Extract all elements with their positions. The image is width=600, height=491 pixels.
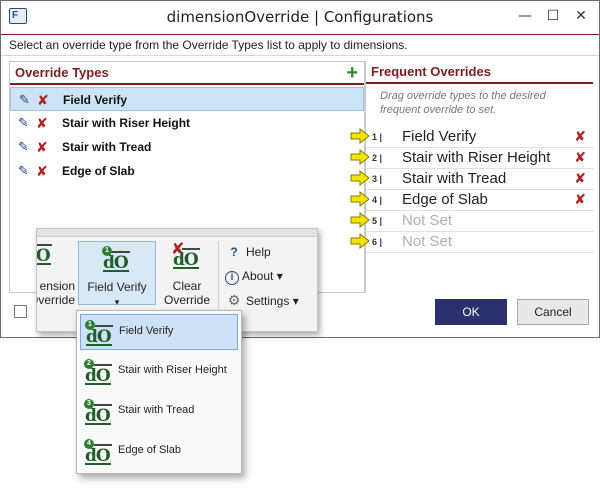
menu-item-stair-tread[interactable]: 3 dO Stair with Tread: [80, 394, 238, 430]
dimension-override-icon: dO: [37, 239, 55, 265]
clear-override-label: Clear Override: [163, 279, 210, 307]
chevron-down-icon[interactable]: ▾: [115, 297, 120, 307]
arrow-right-icon: [350, 170, 370, 186]
ribbon-separator: [218, 241, 219, 311]
info-icon: i: [225, 271, 239, 285]
override-type-label: Stair with Riser Height: [62, 116, 191, 130]
field-verify-label: Field Verify ▾: [87, 280, 147, 307]
frequent-override-slot[interactable]: 4 | Edge of Slab ✘: [350, 190, 594, 211]
clear-slot-x-icon[interactable]: ✘: [574, 149, 586, 166]
override-type-label: Stair with Tread: [62, 140, 152, 154]
override-type-row[interactable]: ✎ ✘ Edge of Slab: [10, 159, 364, 183]
frequent-override-slot[interactable]: 2 | Stair with Riser Height ✘: [350, 148, 594, 169]
menu-item-field-verify[interactable]: 1 dO Field Verify: [80, 314, 238, 350]
menu-item-stair-riser[interactable]: 2 dO Stair with Riser Height: [80, 354, 238, 390]
override-type-icon: 3 dO: [83, 399, 115, 425]
cancel-button[interactable]: Cancel: [517, 299, 589, 325]
instructions-text: Select an override type from the Overrid…: [1, 34, 599, 56]
frequent-overrides-pane: Frequent Overrides Drag override types t…: [350, 61, 594, 293]
slot-number: 2 |: [372, 153, 383, 163]
clear-slot-x-icon[interactable]: ✘: [574, 170, 586, 187]
clear-slot-x-icon[interactable]: ✘: [574, 128, 586, 145]
pencil-icon[interactable]: ✎: [18, 111, 29, 135]
option-checkbox[interactable]: [14, 305, 27, 318]
slot-number: 1 |: [372, 132, 383, 142]
ok-button[interactable]: OK: [435, 299, 507, 325]
slot-number: 6 |: [372, 237, 383, 247]
arrow-right-icon: [350, 128, 370, 144]
dimension-override-label: ension Override: [37, 279, 75, 307]
title-bar: F dimensionOverride | Configurations — ☐…: [1, 1, 599, 33]
slot-label: Stair with Tread: [402, 170, 507, 187]
arrow-right-icon: [350, 149, 370, 165]
field-verify-dropdown-menu: 1 dO Field Verify 2 dO Stair with Riser He…: [76, 310, 242, 474]
clear-override-button[interactable]: dO ✘ Clear Override: [161, 239, 213, 309]
settings-button[interactable]: ⚙ Settings ▾: [225, 290, 299, 310]
about-button[interactable]: i About ▾: [225, 266, 283, 286]
clear-slot-x-icon[interactable]: ✘: [574, 191, 586, 208]
override-types-list: ✎ ✘ Field Verify ✎ ✘ Stair with Riser He…: [10, 87, 364, 183]
frequent-override-slot[interactable]: 5 | Not Set: [350, 211, 594, 232]
slot-label: Edge of Slab: [402, 191, 488, 208]
add-override-type-button[interactable]: +: [346, 62, 358, 84]
frequent-override-slot[interactable]: 1 | Field Verify ✘: [350, 127, 594, 148]
frequent-overrides-header: Frequent Overrides: [366, 61, 593, 84]
override-type-label: Edge of Slab: [62, 164, 135, 178]
slot-label: Field Verify: [402, 128, 477, 145]
menu-item-label: Field Verify: [119, 325, 174, 337]
slot-number: 3 |: [372, 174, 383, 184]
delete-x-icon[interactable]: ✘: [36, 111, 48, 135]
menu-item-label: Edge of Slab: [118, 444, 181, 456]
delete-x-icon[interactable]: ✘: [36, 135, 48, 159]
override-type-row[interactable]: ✎ ✘ Stair with Riser Height: [10, 111, 364, 135]
pencil-icon[interactable]: ✎: [19, 88, 30, 112]
slot-number: 4 |: [372, 195, 383, 205]
minimize-button[interactable]: —: [513, 5, 537, 27]
dimension-override-button[interactable]: dO ension Override: [37, 239, 75, 309]
override-type-icon: 2 dO: [83, 359, 115, 385]
clear-override-icon: dO ✘: [171, 241, 203, 269]
gear-icon: ⚙: [227, 292, 241, 308]
frequent-overrides-hint: Drag override types to the desired frequ…: [380, 90, 546, 116]
field-verify-split-button[interactable]: 1 dO Field Verify ▾: [78, 241, 156, 307]
slot-label: Stair with Riser Height: [402, 149, 551, 166]
slot-label: Not Set: [402, 212, 453, 229]
override-type-row[interactable]: ✎ ✘ Stair with Tread: [10, 135, 364, 159]
delete-x-icon[interactable]: ✘: [36, 159, 48, 183]
frequent-override-slot[interactable]: 3 | Stair with Tread ✘: [350, 169, 594, 190]
pencil-icon[interactable]: ✎: [18, 159, 29, 183]
help-button[interactable]: ? Help: [225, 242, 270, 262]
maximize-button[interactable]: ☐: [541, 5, 565, 27]
override-type-icon: 1 dO: [84, 320, 116, 346]
arrow-right-icon: [350, 233, 370, 249]
override-type-icon: 4 dO: [83, 439, 115, 465]
slot-number: 5 |: [372, 216, 383, 226]
slot-label: Not Set: [402, 233, 453, 250]
menu-item-label: Stair with Riser Height: [118, 364, 227, 376]
close-button[interactable]: ✕: [569, 5, 593, 27]
help-icon: ?: [230, 245, 238, 259]
menu-item-edge-of-slab[interactable]: 4 dO Edge of Slab: [80, 434, 238, 470]
override-types-header: Override Types +: [10, 62, 364, 85]
menu-item-label: Stair with Tread: [118, 404, 195, 416]
window-title: dimensionOverride | Configurations: [166, 8, 434, 26]
override-type-label: Field Verify: [63, 93, 128, 107]
field-verify-icon: 1 dO: [101, 246, 133, 272]
ribbon-tab-strip: [37, 229, 317, 237]
pencil-icon[interactable]: ✎: [18, 135, 29, 159]
frequent-override-slot[interactable]: 6 | Not Set: [350, 232, 594, 253]
delete-x-icon[interactable]: ✘: [37, 88, 49, 112]
override-type-row[interactable]: ✎ ✘ Field Verify: [10, 87, 364, 111]
arrow-right-icon: [350, 191, 370, 207]
arrow-right-icon: [350, 212, 370, 228]
